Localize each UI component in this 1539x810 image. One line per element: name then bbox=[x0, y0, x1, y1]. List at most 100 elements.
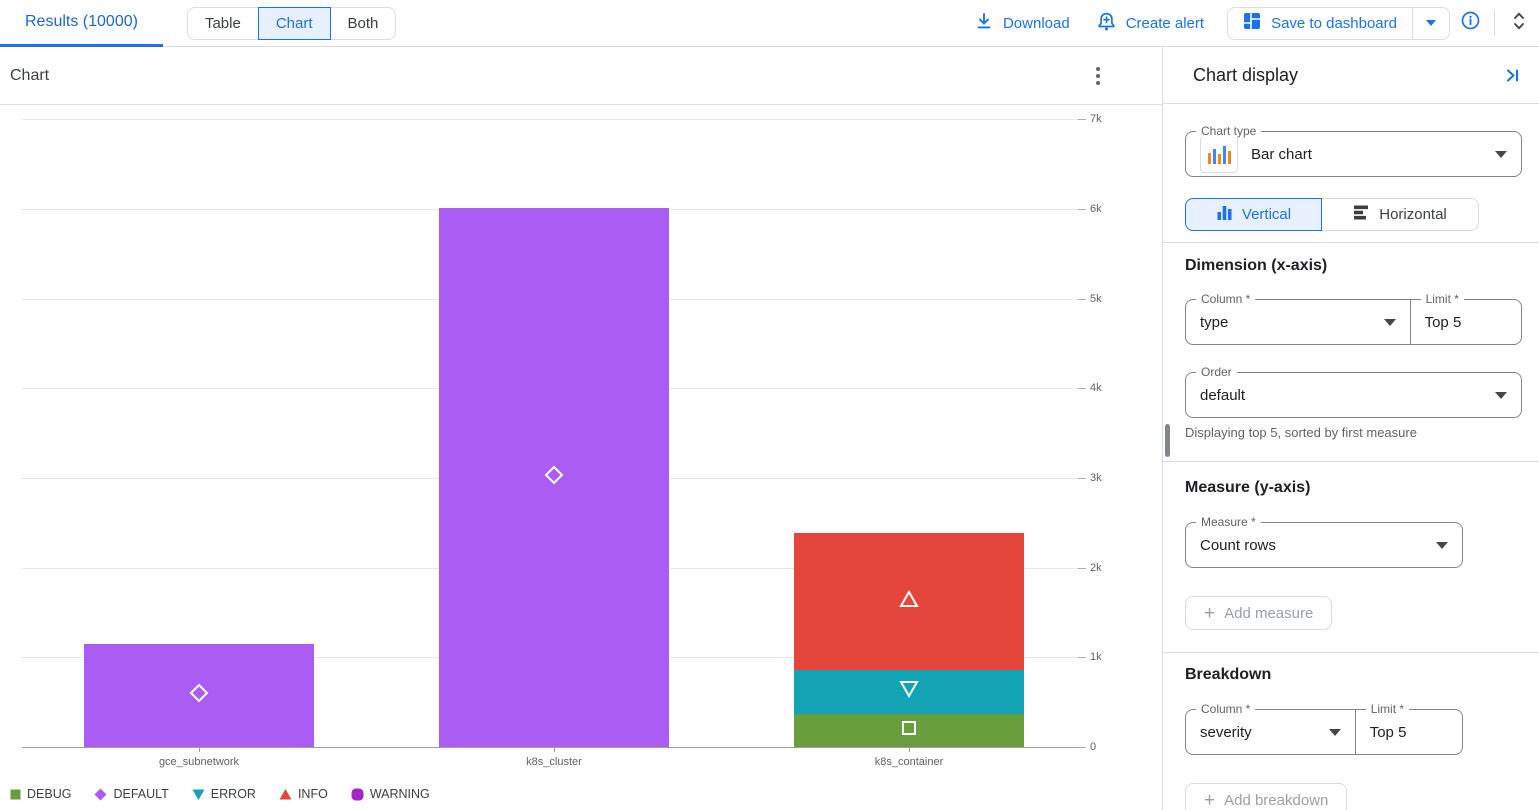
y-axis-tick bbox=[1078, 568, 1086, 569]
add-breakdown-label: Add breakdown bbox=[1224, 792, 1328, 809]
bar-segment-k8s_container-error[interactable] bbox=[794, 670, 1024, 714]
y-axis-tick bbox=[1078, 388, 1086, 389]
breakdown-column-value: severity bbox=[1200, 724, 1252, 741]
breakdown-column-label: Column * bbox=[1196, 702, 1255, 716]
collapse-right-icon[interactable] bbox=[1502, 66, 1521, 85]
x-axis-label: k8s_cluster bbox=[444, 756, 664, 768]
diamond-marker-icon bbox=[543, 464, 565, 491]
y-axis-tick-label: 7k bbox=[1090, 112, 1102, 126]
download-label: Download bbox=[1003, 15, 1070, 32]
create-alert-label: Create alert bbox=[1126, 15, 1204, 32]
orientation-toggle: Vertical Horizontal bbox=[1185, 198, 1522, 231]
order-select[interactable]: Order default bbox=[1185, 372, 1522, 418]
y-axis-tick-label: 5k bbox=[1090, 292, 1102, 306]
dimension-column-value: type bbox=[1200, 314, 1228, 331]
gridline bbox=[22, 119, 1078, 120]
breakdown-limit-input[interactable]: Limit * Top 5 bbox=[1355, 710, 1462, 754]
diamond-legend-marker-icon bbox=[94, 788, 107, 801]
bar-segment-k8s_cluster-default[interactable] bbox=[439, 208, 669, 747]
tab-results[interactable]: Results (10000) bbox=[0, 0, 163, 47]
caret-down-icon bbox=[1384, 319, 1396, 326]
plus-icon: + bbox=[1204, 604, 1215, 623]
legend-item-default[interactable]: DEFAULT bbox=[94, 787, 168, 801]
main-content: Chart 01k2k3k4k5k6k7kgce_subnetworkk8s_c… bbox=[0, 47, 1539, 810]
x-axis-line bbox=[22, 747, 1078, 748]
view-toggle-both[interactable]: Both bbox=[330, 7, 397, 40]
vertical-toggle[interactable]: Vertical bbox=[1185, 198, 1322, 231]
dimension-column-select[interactable]: Column * type bbox=[1186, 300, 1410, 344]
legend-item-warning[interactable]: WARNING bbox=[351, 787, 430, 801]
download-button[interactable]: Download bbox=[961, 7, 1083, 40]
diamond-marker-icon bbox=[188, 682, 210, 709]
panel-divider bbox=[1163, 103, 1539, 104]
breakdown-limit-value: Top 5 bbox=[1370, 724, 1407, 741]
add-measure-label: Add measure bbox=[1224, 605, 1313, 622]
dimension-limit-input[interactable]: Limit * Top 5 bbox=[1410, 300, 1521, 344]
create-alert-button[interactable]: Create alert bbox=[1083, 7, 1217, 40]
square-legend-marker-icon bbox=[10, 789, 21, 800]
dimension-limit-value: Top 5 bbox=[1425, 314, 1462, 331]
triangle-down-legend-marker-icon bbox=[192, 788, 205, 801]
save-to-dashboard-button[interactable]: Save to dashboard bbox=[1228, 8, 1412, 39]
x-axis-label: k8s_container bbox=[799, 756, 1019, 768]
breakdown-column-select[interactable]: Column * severity bbox=[1186, 710, 1355, 754]
view-toggle: Table Chart Both bbox=[187, 7, 396, 40]
legend-item-error[interactable]: ERROR bbox=[192, 787, 256, 801]
save-to-dashboard-label: Save to dashboard bbox=[1271, 15, 1397, 32]
y-axis-tick-label: 1k bbox=[1090, 650, 1102, 664]
add-breakdown-button[interactable]: + Add breakdown bbox=[1185, 783, 1347, 810]
bar-segment-k8s_container-info[interactable] bbox=[794, 533, 1024, 670]
caret-down-icon bbox=[1495, 392, 1507, 399]
add-measure-button[interactable]: + Add measure bbox=[1185, 596, 1332, 630]
toolbar-actions: Download Create alert Save to dashboard bbox=[961, 7, 1539, 40]
panel-scrollbar[interactable] bbox=[1165, 424, 1170, 457]
caret-down-icon bbox=[1495, 151, 1507, 158]
chart-type-value: Bar chart bbox=[1251, 146, 1312, 163]
view-toggle-chart[interactable]: Chart bbox=[258, 7, 331, 40]
round-legend-marker-icon bbox=[351, 788, 364, 801]
x-axis-tick bbox=[554, 747, 555, 752]
triangle-up-legend-marker-icon bbox=[279, 788, 292, 801]
horizontal-toggle[interactable]: Horizontal bbox=[1321, 198, 1479, 231]
y-axis-tick bbox=[1078, 747, 1086, 748]
results-tab-label: Results (10000) bbox=[25, 13, 138, 31]
y-axis-tick-label: 2k bbox=[1090, 561, 1102, 575]
panel-title: Chart display bbox=[1193, 65, 1298, 86]
y-axis-tick bbox=[1078, 119, 1086, 120]
dimension-helper-text: Displaying top 5, sorted by first measur… bbox=[1185, 425, 1522, 441]
info-button[interactable] bbox=[1450, 7, 1490, 40]
legend-label: ERROR bbox=[211, 787, 256, 801]
chart-type-label: Chart type bbox=[1196, 124, 1261, 138]
legend-item-info[interactable]: INFO bbox=[279, 787, 328, 801]
bar-segment-k8s_container-debug[interactable] bbox=[794, 714, 1024, 747]
bar-segment-gce_subnetwork-default[interactable] bbox=[84, 644, 314, 747]
y-axis-tick bbox=[1078, 209, 1086, 210]
breakdown-limit-label: Limit * bbox=[1366, 702, 1409, 716]
save-to-dashboard-dropdown[interactable] bbox=[1412, 8, 1449, 39]
breakdown-heading: Breakdown bbox=[1185, 665, 1522, 685]
info-icon bbox=[1460, 10, 1481, 36]
horizontal-toggle-label: Horizontal bbox=[1379, 206, 1447, 223]
triangle-up-marker-icon bbox=[898, 588, 920, 615]
resize-panel-button[interactable] bbox=[1499, 7, 1539, 40]
dimension-column-label: Column * bbox=[1196, 292, 1255, 306]
legend-item-debug[interactable]: DEBUG bbox=[10, 787, 71, 801]
save-to-dashboard-group: Save to dashboard bbox=[1227, 7, 1450, 40]
measure-select[interactable]: Measure * Count rows bbox=[1185, 522, 1463, 568]
legend-label: WARNING bbox=[370, 787, 430, 801]
y-axis-tick bbox=[1078, 299, 1086, 300]
chart-display-panel: Chart display Chart type Bar chart bbox=[1163, 47, 1539, 810]
view-toggle-table[interactable]: Table bbox=[187, 7, 259, 40]
panel-divider bbox=[1163, 652, 1539, 653]
x-axis-tick bbox=[199, 747, 200, 752]
caret-down-icon bbox=[1426, 20, 1436, 26]
vertical-bars-icon bbox=[1216, 204, 1233, 225]
order-value: default bbox=[1200, 387, 1245, 404]
download-icon bbox=[974, 11, 994, 35]
chart-card: Chart 01k2k3k4k5k6k7kgce_subnetworkk8s_c… bbox=[0, 47, 1163, 810]
measure-value: Count rows bbox=[1200, 537, 1276, 554]
square-marker-icon bbox=[900, 719, 918, 742]
panel-divider bbox=[1163, 242, 1539, 243]
vertical-toggle-label: Vertical bbox=[1242, 206, 1291, 223]
chart-type-select[interactable]: Chart type Bar chart bbox=[1185, 131, 1522, 177]
